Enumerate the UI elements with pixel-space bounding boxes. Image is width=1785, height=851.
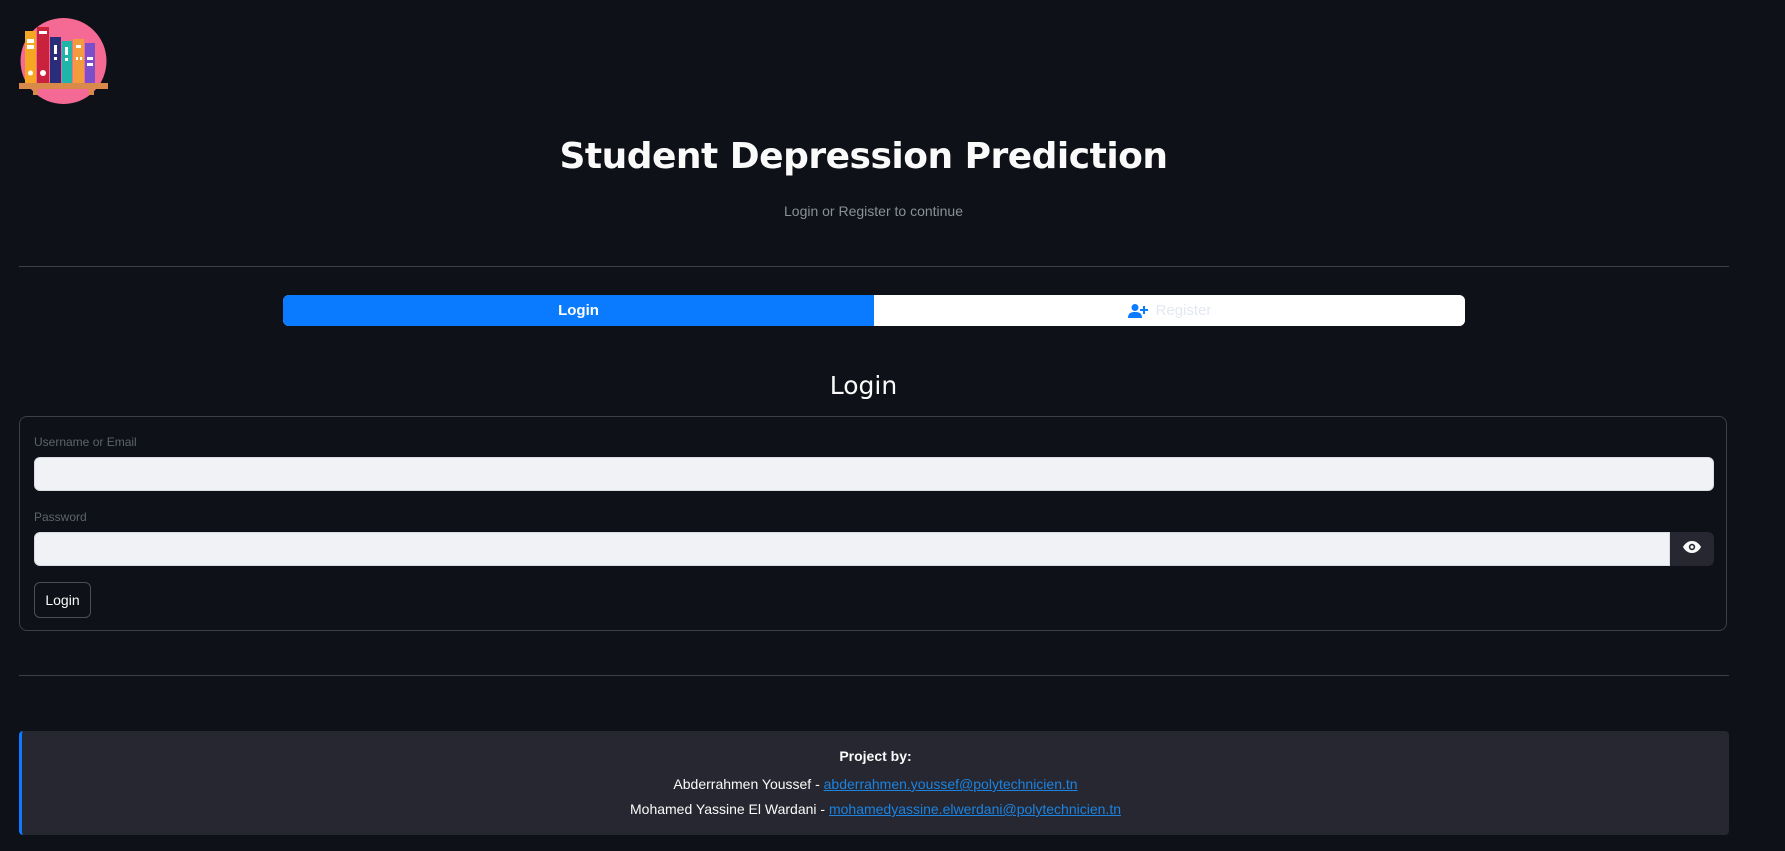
login-form: Username or Email Password Login <box>19 416 1727 631</box>
show-password-button[interactable] <box>1670 532 1714 566</box>
eye-icon <box>1683 540 1701 558</box>
page-title: Student Depression Prediction <box>559 136 1168 177</box>
credit-line: Abderrahmen Youssef - abderrahmen.yousse… <box>22 776 1729 792</box>
username-input[interactable] <box>34 457 1714 491</box>
author-name: Abderrahmen Youssef - <box>673 776 824 792</box>
tab-login[interactable]: Login <box>283 295 874 326</box>
password-label: Password <box>34 510 87 524</box>
author-name: Mohamed Yassine El Wardani - <box>630 801 829 817</box>
author-email-link[interactable]: abderrahmen.youssef@polytechnicien.tn <box>824 776 1078 792</box>
login-heading: Login <box>829 371 898 400</box>
user-plus-icon <box>1127 303 1148 319</box>
username-label: Username or Email <box>34 435 137 449</box>
page: Student Depression Prediction Login or R… <box>0 0 1785 851</box>
page-subtitle: Login or Register to continue <box>784 203 963 219</box>
divider-top <box>19 266 1729 267</box>
tab-login-label: Login <box>558 302 599 319</box>
tab-register-label: Register <box>1155 302 1212 319</box>
credits-panel: Project by: Abderrahmen Youssef - abderr… <box>19 731 1729 835</box>
password-input[interactable] <box>34 532 1670 566</box>
divider-bottom <box>19 675 1729 676</box>
author-email-link[interactable]: mohamedyassine.elwerdani@polytechnicien.… <box>829 801 1121 817</box>
credits-heading: Project by: <box>839 748 912 764</box>
auth-tabs: Login Register <box>283 295 1465 326</box>
login-submit-button[interactable]: Login <box>34 582 91 618</box>
tab-register[interactable]: Register <box>874 295 1465 326</box>
credit-line: Mohamed Yassine El Wardani - mohamedyass… <box>22 801 1729 817</box>
bookshelf-logo-icon <box>19 17 108 105</box>
